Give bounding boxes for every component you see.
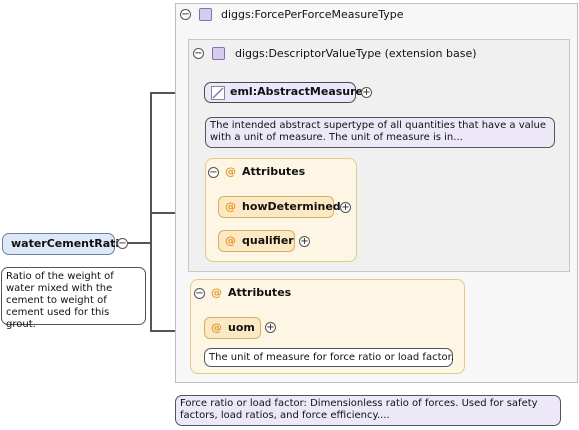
expand-qualifier[interactable]: + bbox=[299, 236, 310, 247]
expand-howDetermined[interactable]: + bbox=[340, 202, 351, 213]
inner-attributes-title: @ Attributes bbox=[225, 165, 305, 179]
outer-type-name: ForcePerForceMeasureType bbox=[254, 8, 404, 21]
inner-type-title: diggs:DescriptorValueType (extension bas… bbox=[235, 47, 477, 61]
abstract-element-icon bbox=[211, 86, 225, 100]
attribute-qualifier[interactable]: @ qualifier bbox=[218, 230, 295, 252]
expand-uom[interactable]: + bbox=[265, 322, 276, 333]
inner-attributes-label: Attributes bbox=[242, 165, 306, 178]
abstract-measure-doc: The intended abstract supertype of all q… bbox=[205, 117, 555, 148]
connector-main bbox=[128, 242, 150, 244]
attribute-icon: @ bbox=[225, 200, 236, 213]
complex-type-icon bbox=[212, 47, 225, 60]
attribute-icon: @ bbox=[225, 165, 236, 178]
element-label: waterCementRatio bbox=[11, 237, 127, 250]
attribute-icon: @ bbox=[211, 286, 222, 299]
attribute-label: howDetermined bbox=[242, 200, 341, 213]
attribute-uom[interactable]: @ uom bbox=[204, 317, 261, 339]
uom-doc: The unit of measure for force ratio or l… bbox=[204, 348, 454, 367]
inner-type-name: DescriptorValueType bbox=[268, 47, 382, 60]
outer-type-title: diggs:ForcePerForceMeasureType bbox=[221, 8, 404, 22]
inner-type-prefix: diggs: bbox=[235, 47, 269, 60]
element-doc: Ratio of the weight of water mixed with … bbox=[1, 267, 146, 330]
outer-attributes-label: Attributes bbox=[228, 286, 292, 299]
inner-type-suffix: (extension base) bbox=[381, 47, 477, 60]
attribute-label: uom bbox=[228, 321, 255, 334]
abstract-measure-node[interactable]: eml:AbstractMeasure bbox=[204, 82, 363, 103]
type-doc: Force ratio or load factor: Dimensionles… bbox=[175, 395, 561, 426]
collapse-toggle-inner[interactable]: − bbox=[193, 48, 204, 59]
attribute-howDetermined[interactable]: @ howDetermined bbox=[218, 196, 341, 218]
collapse-toggle-outer[interactable]: − bbox=[180, 9, 191, 20]
complex-type-icon bbox=[199, 8, 212, 21]
attribute-label: qualifier bbox=[242, 234, 294, 247]
collapse-outer-attributes[interactable]: − bbox=[194, 288, 205, 299]
attribute-icon: @ bbox=[211, 321, 222, 334]
abstract-measure-label: eml:AbstractMeasure bbox=[230, 85, 364, 98]
outer-type-prefix: diggs: bbox=[221, 8, 255, 21]
attribute-icon: @ bbox=[225, 234, 236, 247]
outer-attributes-title: @ Attributes bbox=[211, 286, 291, 300]
collapse-inner-attributes[interactable]: − bbox=[208, 167, 219, 178]
element-node[interactable]: waterCementRatio bbox=[2, 233, 127, 255]
expand-abstract-measure[interactable]: + bbox=[361, 87, 372, 98]
collapse-element[interactable]: − bbox=[117, 238, 128, 249]
